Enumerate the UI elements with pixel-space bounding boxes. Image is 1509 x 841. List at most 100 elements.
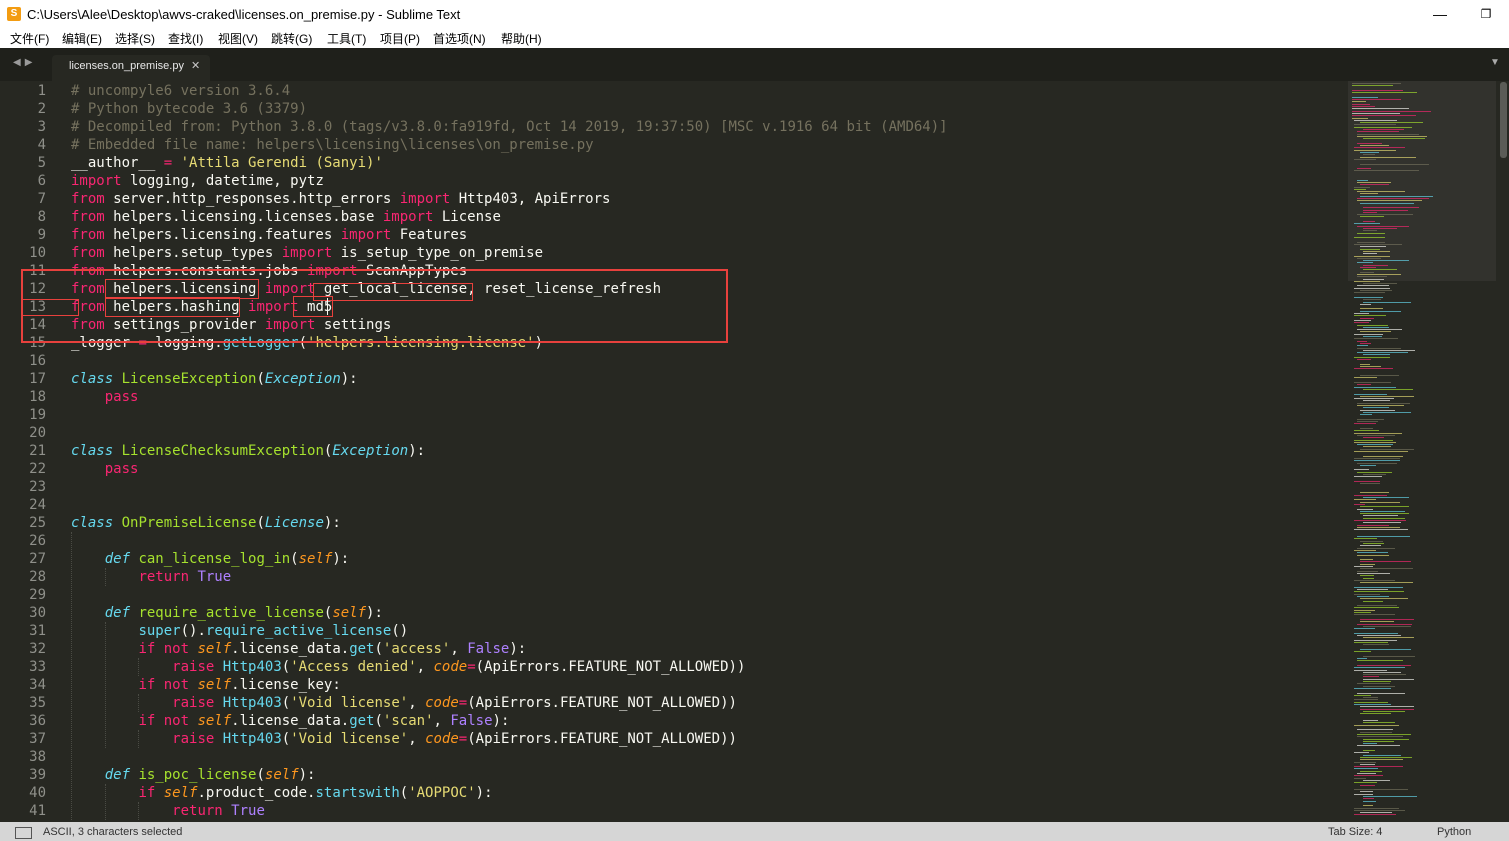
line-number: 37 — [29, 731, 46, 747]
code-token: from — [71, 227, 105, 243]
minimap-line — [1357, 168, 1372, 170]
minimap-line — [1360, 648, 1411, 650]
code-token: ): — [340, 371, 358, 387]
menu-item[interactable]: 编辑(E) — [62, 30, 102, 47]
tab-licenses-on-premise[interactable]: licenses.on_premise.py ✕ — [52, 55, 210, 81]
annotation-box-module-licensing — [105, 279, 259, 299]
tab-navigation-arrows[interactable]: ◀▶ — [13, 57, 36, 68]
menu-item[interactable]: 跳转(G) — [271, 30, 312, 47]
minimap-line — [1354, 593, 1380, 595]
code-token: Exception — [332, 443, 409, 459]
maximize-button[interactable]: ❐ — [1463, 0, 1509, 28]
code-token: is_poc_license — [138, 767, 257, 783]
minimap-line — [1354, 793, 1373, 795]
minimap-line — [1354, 356, 1390, 358]
code-line: # Decompiled from: Python 3.8.0 (tags/v3… — [71, 118, 948, 136]
menu-item[interactable]: 视图(V) — [218, 30, 258, 47]
minimap-line — [1363, 720, 1378, 722]
minimap-line — [1357, 547, 1395, 549]
line-number: 28 — [29, 569, 46, 585]
code-token: Features — [391, 227, 468, 243]
code-token: LicenseChecksumException — [121, 443, 324, 459]
minimap-line — [1360, 812, 1393, 814]
code-line: # Embedded file name: helpers\licensing\… — [71, 136, 594, 154]
menu-item[interactable]: 查找(I) — [168, 30, 203, 47]
vertical-scrollbar[interactable] — [1500, 81, 1507, 822]
menu-item[interactable]: 工具(T) — [327, 30, 366, 47]
line-number: 21 — [29, 443, 46, 459]
menu-item[interactable]: 帮助(H) — [501, 30, 542, 47]
code-token: self — [163, 785, 198, 801]
minimap-line — [1360, 248, 1381, 250]
code-token: 'AOPPOC' — [408, 785, 476, 801]
minimap-line — [1354, 809, 1406, 811]
line-number: 20 — [29, 425, 46, 441]
minimap-line — [1354, 223, 1381, 225]
code-line: if not self.license_key: — [71, 676, 341, 694]
code-token: .license_key: — [231, 677, 341, 693]
minimap-line — [1360, 271, 1374, 273]
minimap-line — [1354, 147, 1405, 149]
minimap-line — [1354, 124, 1396, 126]
code-token: get — [349, 713, 375, 729]
menu-item[interactable]: 选择(S) — [115, 30, 155, 47]
menu-item[interactable]: 首选项(N) — [433, 30, 486, 47]
minimap-line — [1352, 99, 1402, 101]
minimap-line — [1363, 388, 1413, 390]
minimap-line — [1360, 545, 1381, 547]
indent-guide — [104, 784, 106, 820]
tab-close-icon[interactable]: ✕ — [191, 59, 200, 72]
minimize-button[interactable]: — — [1417, 0, 1463, 28]
minimap-line — [1363, 474, 1387, 475]
minimap-line — [1354, 313, 1370, 314]
code-token: True — [197, 569, 232, 585]
minimap-line — [1357, 524, 1389, 526]
code-line: super().require_active_license() — [71, 622, 408, 640]
minimap-line — [1354, 607, 1399, 609]
minimap-line — [1357, 589, 1388, 590]
tab-dropdown-icon[interactable]: ▼ — [1490, 57, 1500, 68]
code-token: Http403 — [222, 731, 282, 747]
minimap-line — [1354, 188, 1367, 190]
code-token: if not — [138, 677, 190, 693]
minimap-line — [1352, 103, 1371, 105]
status-selection: ASCII, 3 characters selected — [43, 826, 183, 838]
minimap-line — [1363, 283, 1398, 285]
menu-item[interactable]: 项目(P) — [380, 30, 420, 47]
minimap-line — [1360, 575, 1375, 577]
line-number: 17 — [29, 371, 46, 387]
minimap-line — [1357, 745, 1401, 747]
minimap-line — [1363, 697, 1378, 699]
line-number: 36 — [29, 713, 46, 729]
minimap-line — [1354, 777, 1366, 779]
minimap-line — [1363, 227, 1398, 229]
panel-toggle-icon[interactable] — [15, 827, 32, 839]
code-editor[interactable]: # uncompyle6 version 3.6.4 # Python bytec… — [71, 81, 1341, 822]
minimap-line — [1352, 115, 1417, 117]
code-token: if not — [138, 713, 190, 729]
minimap-line — [1354, 430, 1379, 432]
code-token: import — [281, 245, 333, 261]
minimap-line — [1360, 342, 1372, 344]
minimap-line — [1363, 154, 1375, 156]
minimap-line — [1360, 303, 1371, 305]
minimap-line — [1354, 292, 1385, 294]
line-number: 10 — [29, 245, 46, 261]
minimap-line — [1360, 506, 1409, 508]
code-token: ( — [281, 659, 291, 675]
tab-size-indicator[interactable]: Tab Size: 4 — [1328, 826, 1382, 838]
minimap-line — [1363, 407, 1389, 409]
syntax-indicator[interactable]: Python — [1437, 826, 1471, 838]
minimap-line — [1357, 421, 1378, 423]
minimap-line — [1354, 287, 1390, 289]
minimap-line — [1354, 126, 1412, 128]
scrollbar-thumb[interactable] — [1500, 82, 1507, 158]
code-token: Http403, ApiErrors — [450, 191, 611, 207]
minimap-line — [1360, 464, 1376, 466]
code-line: pass — [71, 460, 139, 478]
minimap[interactable] — [1348, 81, 1496, 822]
menu-item[interactable]: 文件(F) — [10, 30, 49, 47]
minimap-line — [1352, 108, 1410, 110]
minimap-line — [1354, 704, 1391, 705]
minimap-line — [1354, 591, 1404, 593]
